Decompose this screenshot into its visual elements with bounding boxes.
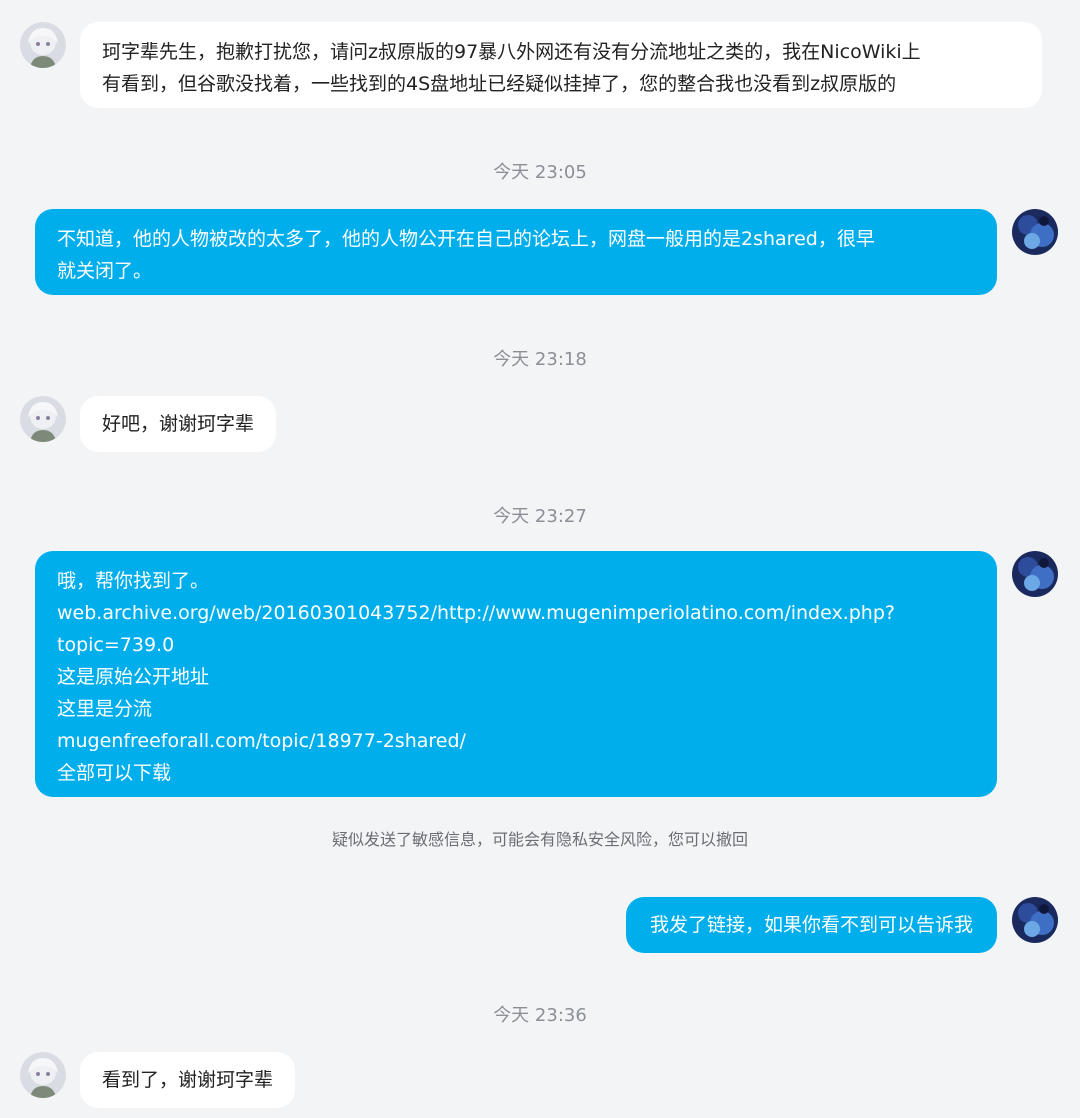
outgoing-message-bubble[interactable]: 哦，帮你找到了。 web.archive.org/web/20160301043… xyxy=(35,551,997,797)
timestamp: 今天 23:27 xyxy=(493,506,587,527)
timestamp: 今天 23:05 xyxy=(493,162,587,183)
self-avatar[interactable] xyxy=(1012,897,1058,943)
incoming-message-bubble[interactable]: 珂字辈先生，抱歉打扰您，请问z叔原版的97暴八外网还有没有分流地址之类的，我在N… xyxy=(80,22,1042,108)
anime-girl-avatar-icon xyxy=(20,1052,66,1098)
dark-blue-avatar-icon xyxy=(1012,551,1058,597)
timestamp: 今天 23:36 xyxy=(493,1005,587,1026)
self-avatar[interactable] xyxy=(1012,209,1058,255)
self-avatar[interactable] xyxy=(1012,551,1058,597)
user-avatar[interactable] xyxy=(20,1052,66,1098)
dark-blue-avatar-icon xyxy=(1012,209,1058,255)
incoming-message-bubble[interactable]: 看到了，谢谢珂字辈 xyxy=(80,1052,296,1108)
sensitive-info-notice: 疑似发送了敏感信息，可能会有隐私安全风险，您可以撤回 xyxy=(331,830,748,849)
user-avatar[interactable] xyxy=(20,22,66,68)
dark-blue-avatar-icon xyxy=(1012,897,1058,943)
timestamp: 今天 23:18 xyxy=(493,349,587,370)
incoming-message-bubble[interactable]: 好吧，谢谢珂字辈 xyxy=(80,396,277,452)
anime-girl-avatar-icon xyxy=(20,22,66,68)
anime-girl-avatar-icon xyxy=(20,396,66,442)
outgoing-message-bubble[interactable]: 不知道，他的人物被改的太多了，他的人物公开在自己的论坛上，网盘一般用的是2sha… xyxy=(35,209,997,295)
outgoing-message-bubble[interactable]: 我发了链接，如果你看不到可以告诉我 xyxy=(625,897,997,953)
user-avatar[interactable] xyxy=(20,396,66,442)
